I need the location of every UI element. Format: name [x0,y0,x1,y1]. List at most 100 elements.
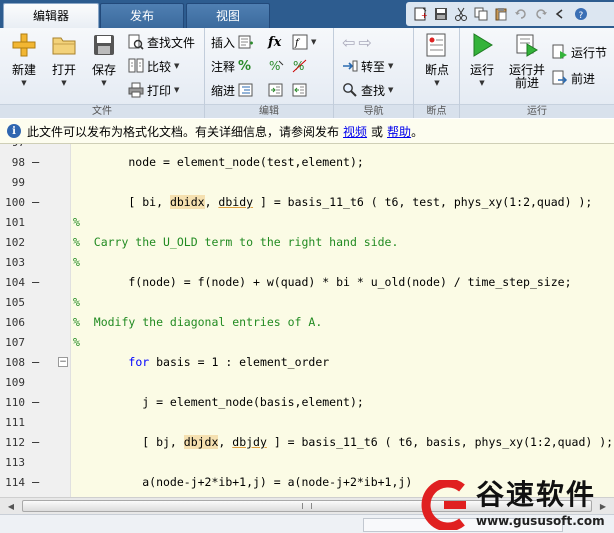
tab-publish[interactable]: 发布 [100,3,184,28]
matrix-button[interactable]: f ▼ [292,32,316,52]
comment-text: % [73,255,80,269]
open-button[interactable]: 打开 ▼ [44,32,84,98]
advance-icon [552,70,568,85]
run-play-icon [473,33,493,57]
file-group-label: 文件 [0,104,204,118]
decrease-indent-button[interactable] [292,80,308,100]
svg-text:?: ? [578,11,583,21]
breakpoints-group: 断点 ▼ 断点 [414,28,460,118]
save-icon[interactable] [432,6,449,23]
code-line: 112– [ bj, dbjdx, dbjdy ] = basis_11_t6 … [0,432,614,452]
line-number: 113 [5,456,25,469]
edit-group-label: 编辑 [205,104,333,118]
chevron-down-icon: ▼ [388,86,394,94]
run-and-advance-button[interactable]: 运行并 前进 [504,32,550,98]
wrap-comment-button[interactable]: % [268,56,284,76]
line-number: 108 [5,356,25,369]
uncomment-icon: % [292,59,307,73]
insert-button[interactable]: 插入 [211,32,254,52]
code-line: 107% [0,332,614,352]
executable-marker[interactable]: – [32,475,39,489]
executable-marker[interactable]: – [32,195,39,209]
cut-icon[interactable] [452,6,469,23]
run-and-advance-icon [516,34,538,57]
line-number: 110 [5,396,25,409]
executable-marker[interactable]: – [32,355,39,369]
find-button[interactable]: 查找 ▼ [342,80,393,100]
info-message: 此文件可以发布为格式化文档。有关详细信息，请参阅发布 [27,124,340,139]
matrix-icon: f [292,34,308,50]
copy-icon[interactable] [472,6,489,23]
code-text: [ bi, dbidx, dbidy ] = basis_11_t6 ( t6,… [73,195,593,209]
back-icon[interactable] [552,6,569,23]
video-link[interactable]: 视频 [343,123,367,140]
tab-editor[interactable]: 编辑器 [3,3,99,28]
chevron-down-icon: ▼ [174,86,180,94]
watermark-logo-icon [421,480,466,530]
tab-view[interactable]: 视图 [186,3,270,28]
fx-button[interactable]: fx [268,32,281,52]
line-number: 101 [5,216,25,229]
line-number: 100 [5,196,25,209]
executable-marker[interactable]: – [32,275,39,289]
find-files-button[interactable]: 查找文件 [128,32,195,52]
run-section-icon [552,44,567,59]
info-icon: i [7,124,21,138]
smart-indent-icon [238,83,253,97]
uncomment-button[interactable]: % [292,56,308,76]
code-text: [ bj, dbjdx, dbjdy ] = basis_11_t6 ( t6,… [73,435,614,449]
help-link[interactable]: 帮助 [387,123,411,140]
line-number: 103 [5,256,25,269]
indent-button[interactable]: 缩进 [211,80,254,100]
undo-icon[interactable] [512,6,529,23]
scroll-left-arrow-icon[interactable]: ◀ [4,500,18,513]
goto-button[interactable]: 转至 ▼ [342,56,393,76]
print-icon [128,82,144,98]
compare-button[interactable]: 比较 ▼ [128,56,179,76]
chevron-down-icon: ▼ [479,79,485,87]
comment-text: % [73,335,80,349]
increase-indent-icon [268,83,283,97]
redo-icon[interactable] [532,6,549,23]
chevron-down-icon: ▼ [21,79,27,87]
toolstrip: 新建 ▼ 打开 ▼ 保存 ▼ 查找文件 比较 ▼ 打印 ▼ 文件 插入 fx f… [0,28,614,118]
code-line: 109 [0,372,614,392]
comment-button[interactable]: 注释 % [211,56,251,76]
chevron-down-icon: ▼ [101,79,107,87]
toolstrip-tab-bar: 编辑器 发布 视图 + ? [0,0,614,28]
back-button[interactable]: ⇦ ⇨ [342,32,372,52]
paste-icon[interactable] [492,6,509,23]
line-number: 107 [5,336,25,349]
line-number: 105 [5,296,25,309]
help-icon[interactable]: ? [572,6,589,23]
code-text: a(node-j+2*ib+1,j) = a(node-j+2*ib+1,j) [73,475,413,489]
code-line: 108– − for basis = 1 : element_order [0,352,614,372]
code-line: 103% [0,252,614,272]
code-editor[interactable]: 97 98– node = element_node(test,element)… [0,144,614,497]
increase-indent-button[interactable] [268,80,284,100]
arrow-right-icon: ⇨ [358,32,372,52]
new-button[interactable]: 新建 ▼ [4,32,44,98]
run-button[interactable]: 运行 ▼ [462,32,502,98]
watermark-url: www.gususoft.com [476,514,605,528]
fold-toggle-icon[interactable]: − [58,357,68,367]
executable-marker[interactable]: – [32,435,39,449]
run-section-button[interactable]: 运行节 [552,42,607,62]
executable-marker[interactable]: – [32,395,39,409]
watermark-title: 谷速软件 [476,478,597,511]
executable-marker[interactable]: – [32,155,39,169]
print-button[interactable]: 打印 ▼ [128,80,179,100]
advance-button[interactable]: 前进 [552,68,595,88]
line-number: 106 [5,316,25,329]
breakpoints-button[interactable]: 断点 ▼ [417,32,457,98]
code-line: 111 [0,412,614,432]
code-line: 97 [0,144,614,152]
goto-icon [343,60,358,72]
save-button[interactable]: 保存 ▼ [84,32,124,98]
new-icon[interactable]: + [412,6,429,23]
comment-text: % [73,215,80,229]
line-number: 109 [5,376,25,389]
code-line: 104– f(node) = f(node) + w(quad) * bi * … [0,272,614,292]
line-number: 111 [5,416,25,429]
code-line: 105% [0,292,614,312]
